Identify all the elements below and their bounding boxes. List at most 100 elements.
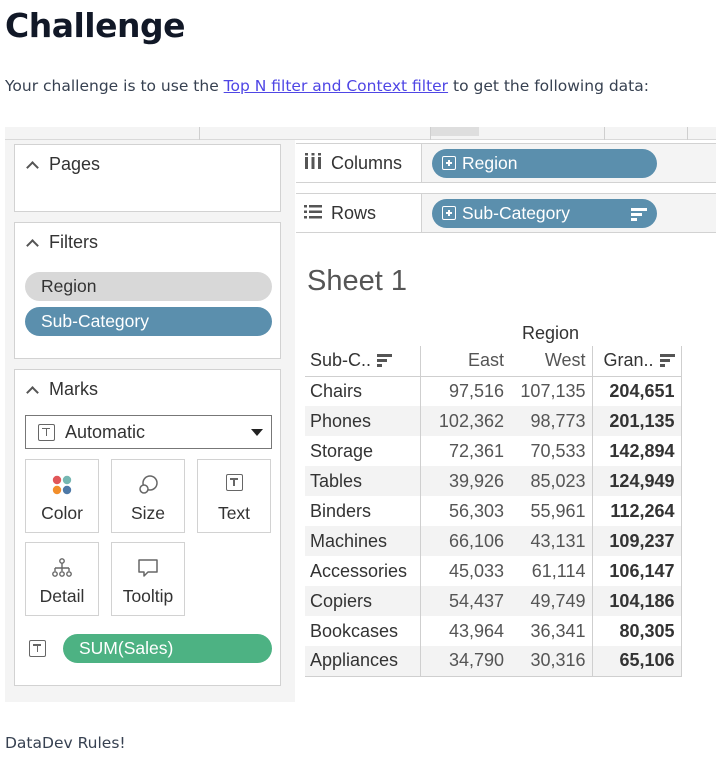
row-sub-category: Accessories: [305, 556, 421, 586]
text-button[interactable]: Text: [197, 459, 271, 533]
table-row[interactable]: Machines 66,106 43,131 109,237: [305, 526, 682, 556]
cell-west: 107,135: [510, 376, 593, 406]
toolbar-strip: [5, 127, 716, 140]
cell-east: 39,926: [420, 466, 510, 496]
table-row[interactable]: Binders 56,303 55,961 112,264: [305, 496, 682, 526]
cell-west: 70,533: [510, 436, 593, 466]
collapse-chevron-icon[interactable]: [26, 238, 39, 252]
pages-card: Pages: [14, 144, 281, 212]
row-sub-category: Copiers: [305, 586, 421, 616]
cell-grand-total: 142,894: [592, 436, 682, 466]
mark-type-dropdown[interactable]: Automatic: [25, 415, 272, 449]
intro-text: Your challenge is to use the Top N filte…: [5, 77, 649, 95]
header-grand-total[interactable]: Gran..: [592, 346, 682, 377]
table-row[interactable]: Accessories 45,033 61,114 106,147: [305, 556, 682, 586]
rows-pill-label: Sub-Category: [462, 203, 570, 223]
table-row[interactable]: Appliances 34,790 30,316 65,106: [305, 646, 682, 677]
rows-pill-sub-category[interactable]: Sub-Category: [432, 199, 657, 228]
worksheet-view: Sheet 1 Region Sub-C.. East West Gran.. …: [296, 247, 716, 702]
left-panel: Pages Filters Region Sub-Category Marks …: [5, 140, 295, 702]
column-group-header: Region: [522, 323, 580, 343]
detail-button[interactable]: Detail: [25, 542, 99, 616]
row-sub-category: Binders: [305, 496, 421, 526]
tooltip-button[interactable]: Tooltip: [111, 542, 185, 616]
row-sub-category: Appliances: [305, 646, 421, 677]
filter-pill-region[interactable]: Region: [25, 272, 272, 301]
toolbar-segment: [5, 127, 200, 140]
text-mark-icon: [38, 423, 55, 441]
cell-grand-total: 106,147: [592, 556, 682, 586]
text-glyph-icon: [225, 474, 243, 491]
collapse-chevron-icon[interactable]: [26, 160, 39, 174]
row-sub-category: Bookcases: [305, 616, 421, 646]
size-button[interactable]: Size: [111, 459, 185, 533]
filter-pill-sub-category[interactable]: Sub-Category: [25, 307, 272, 336]
color-icon: [26, 474, 98, 496]
columns-label: Columns: [296, 144, 422, 182]
text-label: Text: [217, 503, 251, 523]
marks-title: Marks: [49, 379, 98, 399]
table-row[interactable]: Bookcases 43,964 36,341 80,305: [305, 616, 682, 646]
text-encoding-icon: [29, 640, 46, 657]
header-east[interactable]: East: [420, 346, 510, 377]
sum-sales-pill[interactable]: SUM(Sales): [63, 634, 272, 663]
columns-pill-label: Region: [462, 153, 518, 173]
cell-grand-total: 124,949: [592, 466, 682, 496]
columns-pill-region[interactable]: Region: [432, 149, 657, 178]
intro-after: to get the following data:: [448, 77, 649, 95]
filters-card: Filters Region Sub-Category: [14, 222, 281, 359]
expand-plus-icon[interactable]: [442, 206, 456, 220]
table-row[interactable]: Phones 102,362 98,773 201,135: [305, 406, 682, 436]
rows-label: Rows: [296, 194, 422, 232]
collapse-chevron-icon[interactable]: [26, 385, 39, 399]
toolbar-segment: [605, 127, 688, 140]
dropdown-arrow-icon: [251, 429, 263, 436]
cell-grand-total: 112,264: [592, 496, 682, 526]
cell-east: 43,964: [448, 620, 504, 641]
top-n-context-filter-link[interactable]: Top N filter and Context filter: [224, 77, 448, 95]
size-icon: [112, 474, 184, 496]
table-row[interactable]: Chairs 97,516 107,135 204,651: [305, 376, 682, 406]
columns-shelf: Columns Region: [296, 143, 716, 183]
toolbar-segment: [200, 127, 431, 140]
crosstab: Sub-C.. East West Gran.. Chairs 97,516 107…: [305, 346, 682, 677]
filters-header[interactable]: Filters: [26, 232, 98, 253]
table-row[interactable]: Tables 39,926 85,023 124,949: [305, 466, 682, 496]
cell-grand-total: 104,186: [592, 586, 682, 616]
text-icon: [198, 474, 270, 496]
marks-header[interactable]: Marks: [26, 379, 98, 400]
rows-label-text: Rows: [331, 202, 377, 223]
columns-label-text: Columns: [331, 152, 403, 173]
table-row[interactable]: Copiers 54,437 49,749 104,186: [305, 586, 682, 616]
sort-descending-icon[interactable]: [631, 208, 647, 223]
detail-icon: [26, 557, 98, 579]
cell-east: 34,790: [420, 646, 510, 677]
cell-west: 85,023: [510, 466, 593, 496]
sort-icon[interactable]: [659, 354, 675, 369]
header-sub-category[interactable]: Sub-C..: [305, 346, 421, 377]
table-row[interactable]: Storage 72,361 70,533 142,894: [305, 436, 682, 466]
cell-east: 66,106: [420, 526, 510, 556]
row-sub-category: Tables: [305, 466, 421, 496]
mark-type-value: Automatic: [65, 421, 146, 442]
cell-east: 54,437: [420, 586, 510, 616]
sort-icon[interactable]: [377, 354, 393, 369]
columns-icon: [304, 152, 322, 174]
cell-west: 36,341: [510, 616, 593, 646]
rows-icon: [304, 203, 322, 224]
cell-west: 55,961: [510, 496, 593, 526]
row-sub-category: Chairs: [305, 376, 421, 406]
size-label: Size: [130, 503, 166, 523]
cell-grand-total: 204,651: [592, 376, 682, 406]
pages-title: Pages: [49, 154, 101, 174]
cell-grand-total: 201,135: [592, 406, 682, 436]
header-west[interactable]: West: [510, 346, 593, 377]
header-row: Sub-C.. East West Gran..: [305, 346, 682, 377]
row-sub-category: Machines: [305, 526, 421, 556]
pages-header[interactable]: Pages: [26, 154, 101, 175]
cell-east: 56,303: [448, 500, 504, 521]
cell-grand-total: 65,106: [592, 646, 682, 677]
color-button[interactable]: Color: [25, 459, 99, 533]
filters-title: Filters: [49, 232, 98, 252]
expand-plus-icon[interactable]: [442, 156, 456, 170]
